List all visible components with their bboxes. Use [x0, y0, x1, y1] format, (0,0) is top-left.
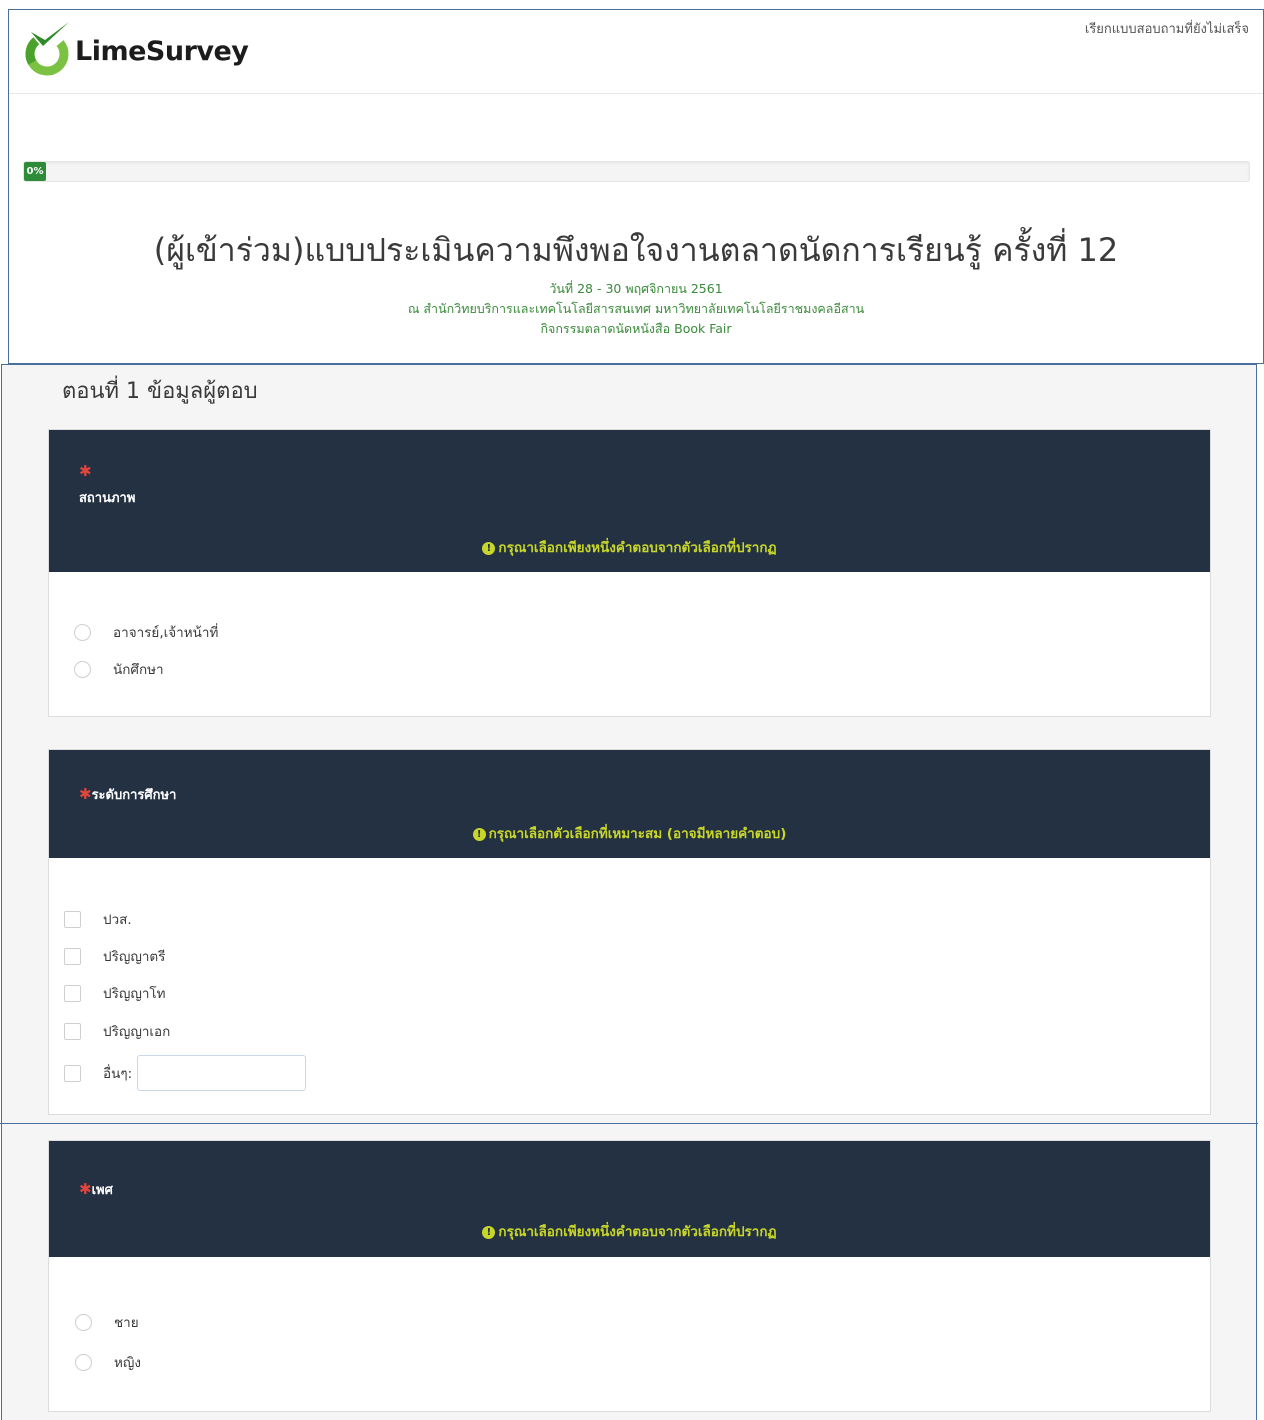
question-status: ✱ สถานภาพ ! กรุณาเลือกเพียงหนึ่งคำตอบจากต… [48, 429, 1211, 717]
question-gender-label: เพศ [91, 1183, 113, 1198]
option-label: ปวส. [103, 912, 132, 928]
checkbox-option-other[interactable]: อื่นๆ: [64, 1062, 132, 1084]
question-education-help-text: กรุณาเลือกตัวเลือกที่เหมาะสม (อาจมีหลายค… [488, 826, 787, 842]
option-label: ปริญญาเอก [103, 1024, 171, 1040]
survey-header-panel: LimeSurvey เรียกแบบสอบถามที่ยังไม่เสร็จ … [8, 9, 1264, 364]
question-status-header: ✱ สถานภาพ ! กรุณาเลือกเพียงหนึ่งคำตอบจากต… [49, 430, 1210, 572]
info-icon: ! [482, 542, 496, 555]
option-label: ชาย [114, 1315, 139, 1331]
survey-venue: ณ สำนักวิทยบริการและเทคโนโลยีสารสนเทศ มห… [407, 301, 865, 316]
question-status-help-text: กรุณาเลือกเพียงหนึ่งคำตอบจากตัวเลือกที่ป… [498, 540, 777, 556]
radio-button[interactable] [75, 1353, 92, 1371]
question-gender-title: ✱เพศ [79, 1179, 113, 1200]
mandatory-icon: ✱ [79, 462, 92, 480]
option-label: ปริญญาตรี [103, 949, 166, 965]
checkbox[interactable] [64, 1064, 81, 1082]
mandatory-icon: ✱ [79, 1180, 92, 1198]
question-gender: ✱เพศ ! กรุณาเลือกเพียงหนึ่งคำตอบจากตัวเลื… [48, 1140, 1211, 1412]
radio-button[interactable] [75, 1313, 92, 1331]
progress-fill: 0% [24, 162, 46, 181]
checkbox-option[interactable]: ปริญญาโท [64, 982, 166, 1004]
question-education: ✱ระดับการศึกษา ! กรุณาเลือกตัวเลือกที่เหม… [48, 749, 1211, 1115]
other-text-input[interactable] [137, 1055, 306, 1091]
option-label: อาจารย์,เจ้าหน้าที่ [113, 625, 219, 641]
question-education-header: ✱ระดับการศึกษา ! กรุณาเลือกตัวเลือกที่เหม… [49, 750, 1210, 858]
question-education-title: ✱ระดับการศึกษา [79, 784, 176, 805]
question-gender-help: ! กรุณาเลือกเพียงหนึ่งคำตอบจากตัวเลือกที่… [49, 1220, 1210, 1242]
option-label: หญิง [114, 1355, 141, 1371]
frame-divider [0, 1123, 1258, 1124]
option-label: อื่นๆ: [103, 1066, 133, 1082]
progress-bar: 0% [23, 161, 1250, 182]
radio-option[interactable]: ชาย [75, 1311, 139, 1333]
checkbox-option[interactable]: ปริญญาเอก [64, 1020, 170, 1042]
radio-option[interactable]: นักศึกษา [74, 658, 164, 680]
question-education-help: ! กรุณาเลือกตัวเลือกที่เหมาะสม (อาจมีหลาย… [49, 822, 1210, 844]
survey-activity: กิจกรรมตลาดนัดหนังสือ Book Fair [540, 321, 732, 336]
survey-title: (ผู้เข้าร่วม)แบบประเมินความพึงพอใจงานตลา… [153, 231, 1119, 269]
radio-option[interactable]: อาจารย์,เจ้าหน้าที่ [74, 621, 218, 643]
radio-button[interactable] [74, 623, 91, 641]
section-title: ตอนที่ 1 ข้อมูลผู้ตอบ [62, 379, 258, 404]
checkbox[interactable] [64, 984, 81, 1002]
checkbox[interactable] [64, 947, 81, 965]
option-label: ปริญญาโท [103, 986, 166, 1002]
option-label: นักศึกษา [113, 662, 164, 678]
resume-survey-link[interactable]: เรียกแบบสอบถามที่ยังไม่เสร็จ [1085, 18, 1249, 39]
checkbox-option[interactable]: ปวส. [64, 908, 132, 930]
info-icon: ! [482, 1226, 496, 1239]
info-icon: ! [472, 828, 486, 841]
question-gender-header: ✱เพศ ! กรุณาเลือกเพียงหนึ่งคำตอบจากตัวเลื… [49, 1141, 1210, 1257]
top-navbar: LimeSurvey เรียกแบบสอบถามที่ยังไม่เสร็จ [9, 10, 1263, 94]
logo-text: LimeSurvey [75, 35, 249, 67]
mandatory-icon: ✱ [79, 785, 92, 803]
question-gender-help-text: กรุณาเลือกเพียงหนึ่งคำตอบจากตัวเลือกที่ป… [498, 1224, 777, 1240]
checkbox[interactable] [64, 1022, 81, 1040]
survey-date: วันที่ 28 - 30 พฤศจิกายน 2561 [549, 281, 723, 296]
question-status-label: สถานภาพ [79, 491, 136, 506]
limesurvey-logo-icon [25, 22, 69, 76]
question-education-label: ระดับการศึกษา [91, 788, 177, 803]
checkbox-option[interactable]: ปริญญาตรี [64, 945, 165, 967]
question-status-help: ! กรุณาเลือกเพียงหนึ่งคำตอบจากตัวเลือกที่… [49, 536, 1210, 558]
checkbox[interactable] [64, 910, 81, 928]
radio-button[interactable] [74, 660, 91, 678]
radio-option[interactable]: หญิง [75, 1351, 141, 1373]
limesurvey-logo[interactable]: LimeSurvey [21, 18, 249, 78]
